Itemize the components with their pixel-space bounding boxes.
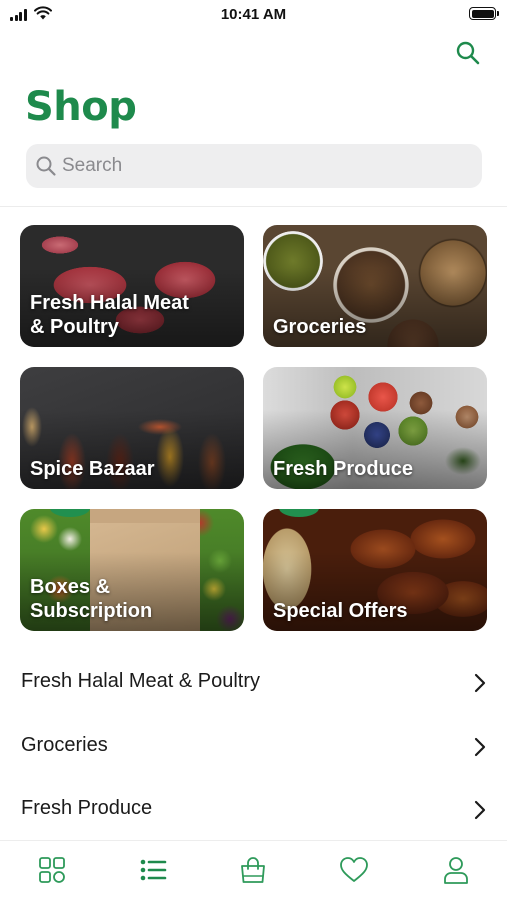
category-row-fresh-produce[interactable]: Fresh Produce: [0, 779, 507, 841]
tile-label: Groceries: [273, 316, 367, 338]
status-bar: 10:41 AM: [0, 0, 507, 30]
tile-label: Fresh Produce: [273, 458, 414, 480]
tab-home[interactable]: [37, 855, 67, 885]
category-tile-groceries[interactable]: Groceries: [263, 225, 487, 347]
category-tile-fresh-produce[interactable]: Fresh Produce: [263, 367, 487, 489]
chevron-right-icon: [474, 673, 486, 693]
grid-icon: [39, 857, 65, 883]
category-row-fresh-halal-meat[interactable]: Fresh Halal Meat & Poultry: [0, 652, 507, 714]
category-row-label: Fresh Halal Meat & Poultry: [21, 670, 260, 692]
tab-bar: [0, 840, 507, 900]
tile-label: Boxes & Subscription: [30, 576, 153, 622]
tab-cart[interactable]: [238, 855, 268, 885]
category-tile-spice-bazaar[interactable]: Spice Bazaar: [20, 367, 244, 489]
shopping-bag-icon: [241, 857, 265, 883]
search-icon: [36, 156, 56, 176]
divider: [0, 206, 507, 207]
tile-label: Fresh Halal Meat & Poultry: [30, 292, 189, 338]
category-row-label: Fresh Produce: [21, 797, 153, 819]
category-row-label: Groceries: [21, 734, 108, 756]
search-bar[interactable]: [26, 144, 482, 188]
search-icon: [456, 41, 480, 65]
chevron-right-icon: [474, 737, 486, 757]
list-icon: [140, 859, 167, 881]
status-time: 10:41 AM: [220, 6, 287, 23]
tab-profile[interactable]: [441, 855, 471, 885]
category-row-groceries[interactable]: Groceries: [0, 716, 507, 778]
heart-icon: [340, 857, 368, 882]
battery-icon: [469, 7, 499, 20]
tile-label: Special Offers: [273, 600, 408, 622]
tab-categories[interactable]: [138, 855, 168, 885]
category-tile-fresh-halal-meat[interactable]: Fresh Halal Meat & Poultry: [20, 225, 244, 347]
search-button[interactable]: [455, 40, 481, 66]
category-tile-boxes-subscription[interactable]: Boxes & Subscription: [20, 509, 244, 631]
tile-label: Spice Bazaar: [30, 458, 155, 480]
chevron-right-icon: [474, 800, 486, 820]
user-icon: [444, 857, 468, 884]
tab-favorites[interactable]: [339, 855, 369, 885]
search-input[interactable]: [62, 144, 462, 188]
category-tile-special-offers[interactable]: Special Offers: [263, 509, 487, 631]
page-title: Shop: [25, 84, 137, 130]
